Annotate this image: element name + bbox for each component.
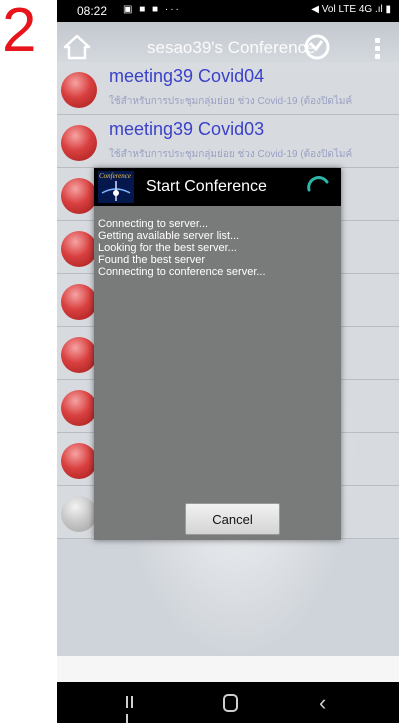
log-line: Found the best server <box>98 254 206 266</box>
dialog-header: Conference Start Conference <box>94 168 341 206</box>
status-signal-icons: ◀ Vol LTE 4G .ıl ▮ <box>311 4 391 15</box>
bottom-strip <box>57 656 399 682</box>
red-status-icon <box>61 72 97 108</box>
connection-log: Connecting to server... Getting availabl… <box>98 218 336 278</box>
meeting-description: ใช้สำหรับการประชุมกลุ่มย่อย ช่วง Covid-1… <box>109 149 353 160</box>
red-status-icon <box>61 337 97 373</box>
log-line: Connecting to conference server... <box>98 266 266 278</box>
recents-icon[interactable] <box>126 695 138 723</box>
red-status-icon <box>61 443 97 479</box>
cancel-button[interactable]: Cancel <box>185 503 280 535</box>
list-item[interactable]: meeting39 Covid04 ใช้สำหรับการประชุมกลุ่ม… <box>57 62 399 115</box>
red-status-icon <box>61 284 97 320</box>
log-line: Getting available server list... <box>98 230 240 242</box>
grey-status-icon <box>61 496 97 532</box>
log-line: Looking for the best server... <box>98 242 237 254</box>
status-bar: 08:22 ▣ ■ ■ ··· ◀ Vol LTE 4G .ıl ▮ <box>57 0 399 22</box>
red-status-icon <box>61 178 97 214</box>
system-nav-bar: ‹ <box>57 682 399 723</box>
meeting-description: ใช้สำหรับการประชุมกลุ่มย่อย ช่วง Covid-1… <box>109 96 353 107</box>
home-circle-icon[interactable] <box>223 694 238 712</box>
phone-screen: 08:22 ▣ ■ ■ ··· ◀ Vol LTE 4G .ıl ▮ sesao… <box>57 0 399 723</box>
step-number: 2 <box>2 0 37 65</box>
app-title: sesao39's Conference <box>147 38 316 57</box>
status-notification-icons: ▣ ■ ■ ··· <box>123 4 181 15</box>
status-time: 08:22 <box>77 4 108 18</box>
list-item[interactable]: meeting39 Covid03 ใช้สำหรับการประชุมกลุ่ม… <box>57 115 399 168</box>
red-status-icon <box>61 390 97 426</box>
dialog-title: Start Conference <box>146 178 267 195</box>
home-icon[interactable] <box>63 34 91 65</box>
loading-spinner-icon <box>305 174 331 205</box>
overflow-menu-icon[interactable] <box>375 38 381 62</box>
back-icon[interactable]: ‹ <box>319 690 326 716</box>
red-status-icon <box>61 125 97 161</box>
start-conference-dialog: Conference Start Conference Connecting t… <box>94 168 341 540</box>
meeting-name: meeting39 Covid03 <box>109 119 265 139</box>
red-status-icon <box>61 231 97 267</box>
conference-logo: Conference <box>98 171 134 203</box>
log-line: Connecting to server... <box>98 218 209 230</box>
meeting-name: meeting39 Covid04 <box>109 66 265 86</box>
